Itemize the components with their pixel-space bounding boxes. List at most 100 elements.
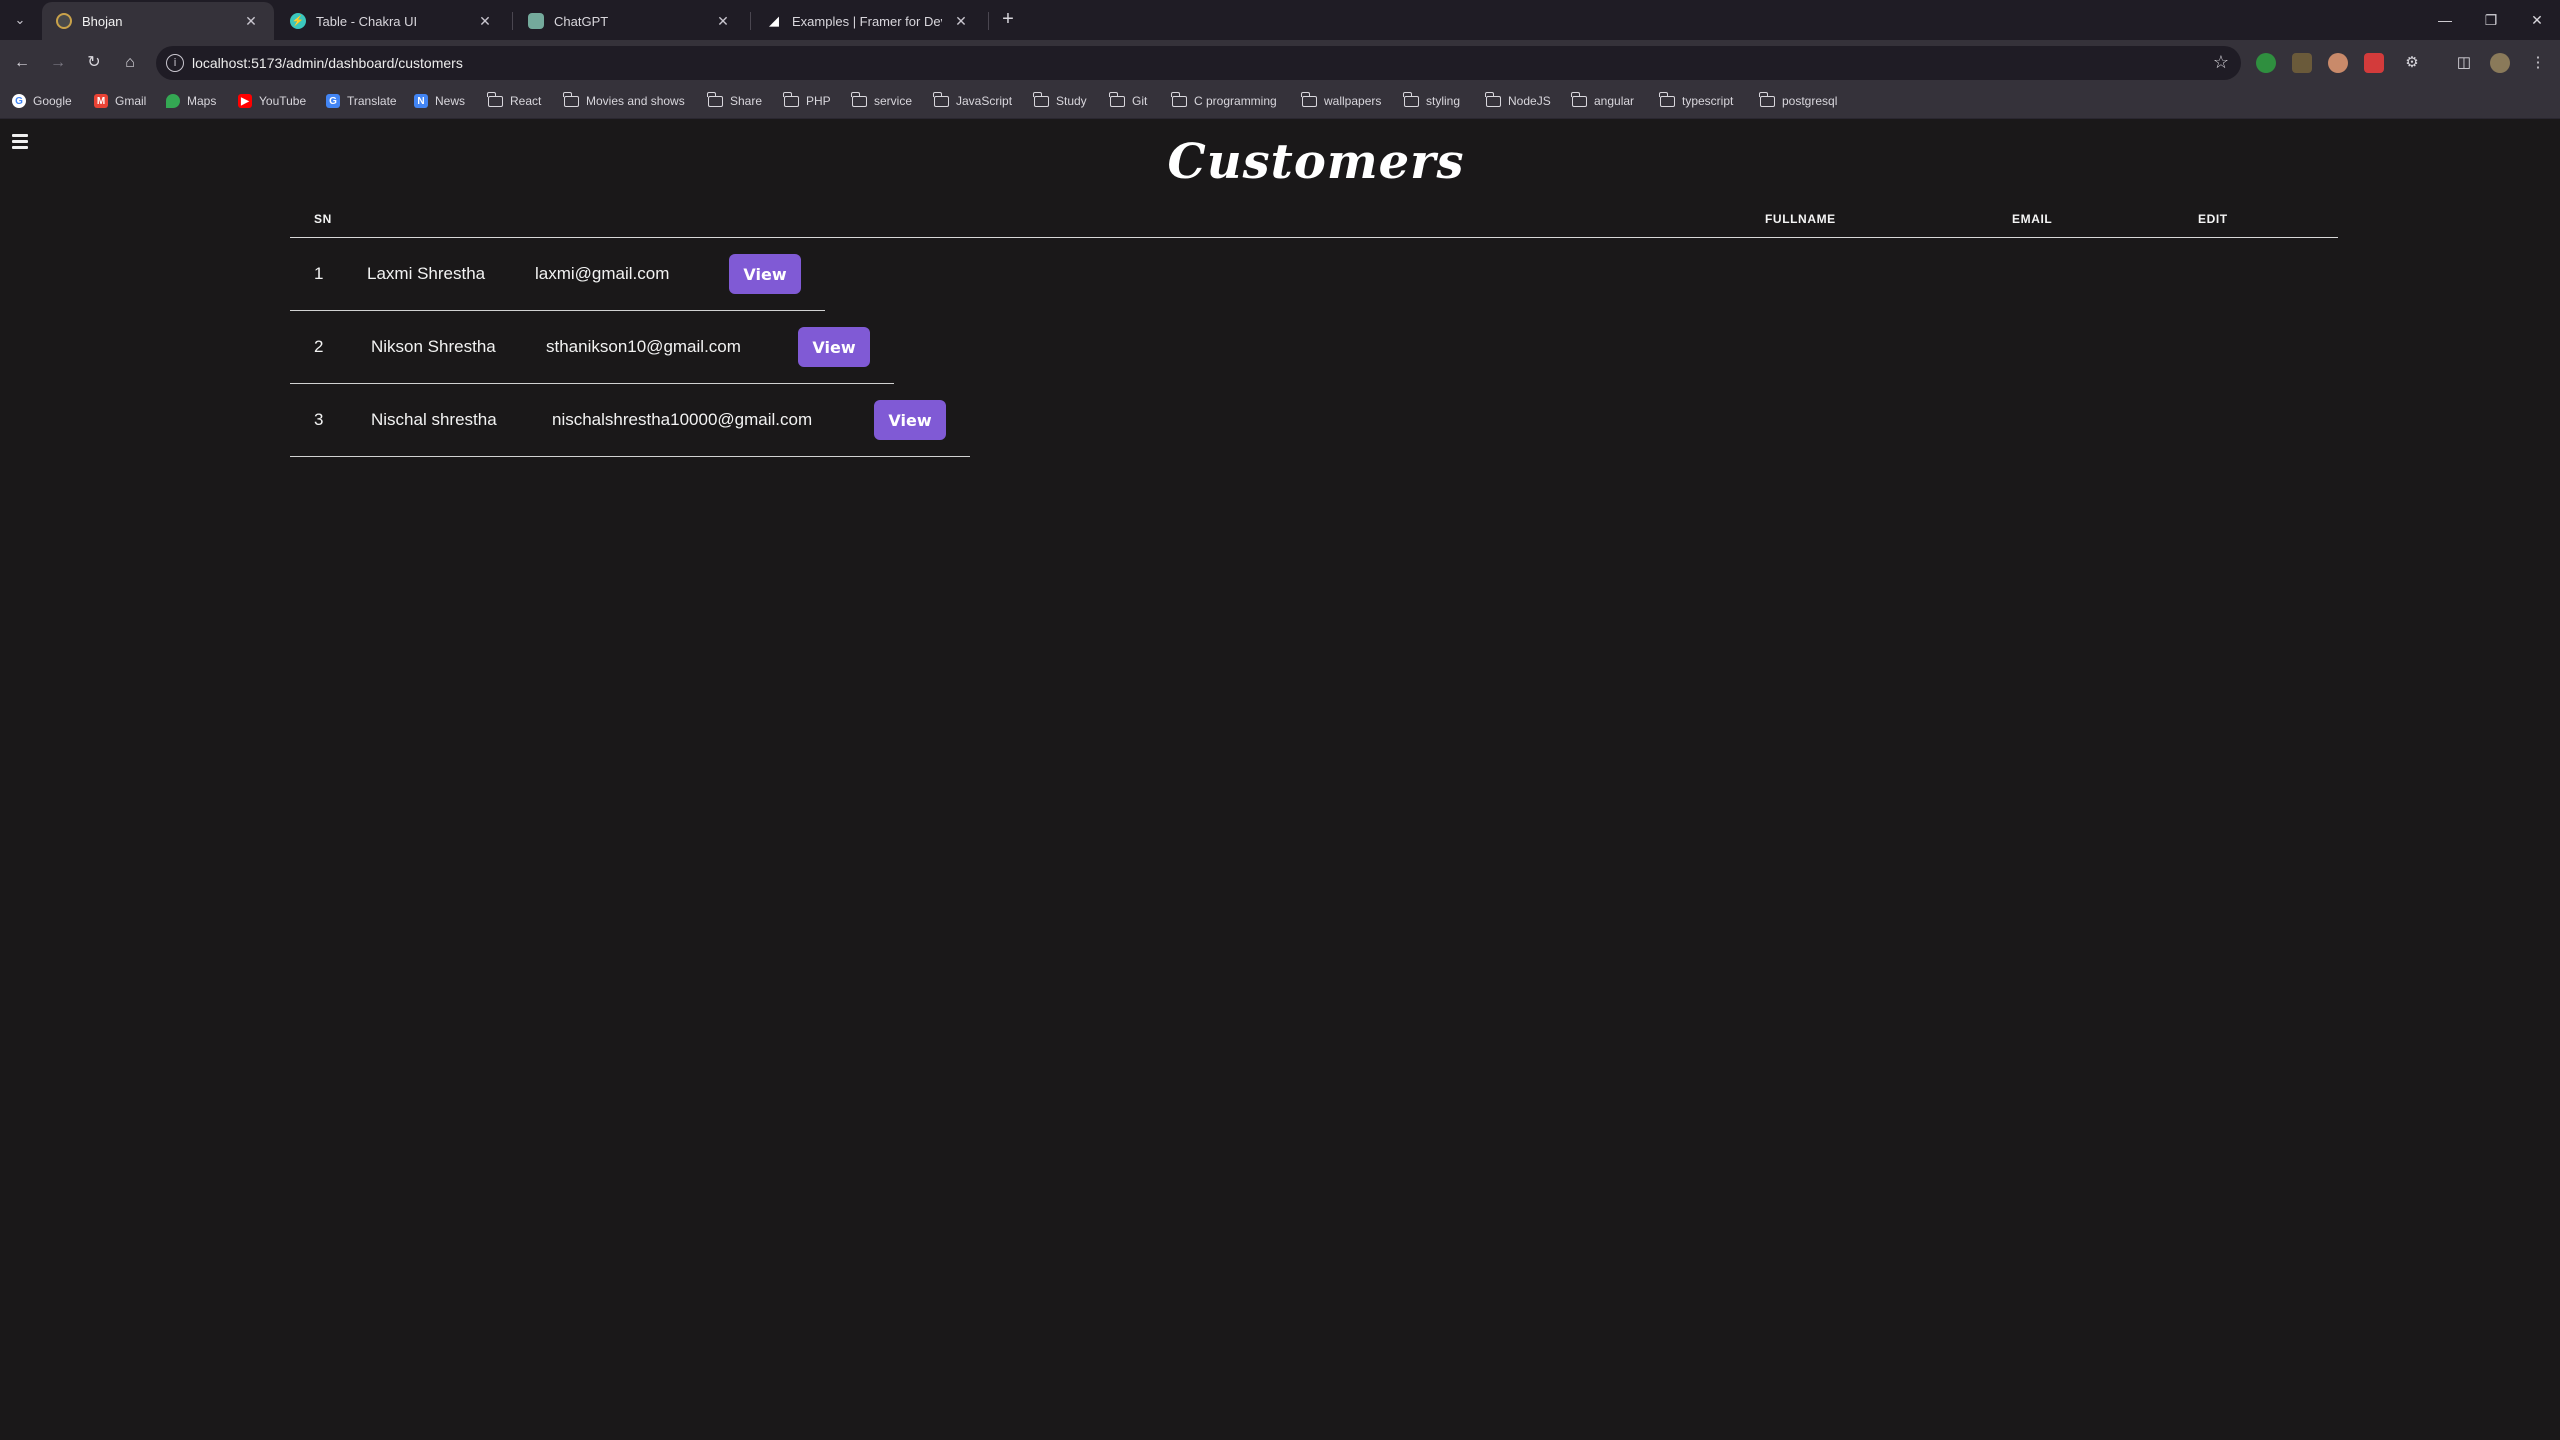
bookmark-youtube[interactable]: ▶ YouTube bbox=[238, 94, 306, 108]
reload-icon[interactable]: ↻ bbox=[80, 49, 108, 77]
bookmark-git[interactable]: Git bbox=[1109, 91, 1147, 108]
restore-icon[interactable]: ❐ bbox=[2476, 6, 2506, 34]
extension-avatar-icon[interactable] bbox=[2328, 53, 2348, 73]
bookmark-label: Study bbox=[1056, 94, 1087, 108]
url-text[interactable]: localhost:5173/admin/dashboard/customers bbox=[192, 55, 463, 71]
bookmark-label: NodeJS bbox=[1508, 94, 1551, 108]
cell-email: sthanikson10@gmail.com bbox=[546, 337, 741, 356]
table-row: 1 Laxmi Shrestha laxmi@gmail.com View bbox=[290, 238, 825, 311]
bookmark-label: React bbox=[510, 94, 542, 108]
folder-icon bbox=[783, 91, 799, 107]
cell-fullname: Nikson Shrestha bbox=[371, 337, 496, 356]
tab-title: ChatGPT bbox=[554, 13, 609, 29]
folder-icon bbox=[1571, 91, 1587, 107]
gmail-icon: M bbox=[94, 94, 108, 108]
back-arrow-icon[interactable]: ← bbox=[8, 49, 36, 77]
column-header-sn: SN bbox=[314, 212, 332, 226]
cell-sn: 1 bbox=[314, 264, 324, 283]
bookmark-share[interactable]: Share bbox=[707, 91, 762, 108]
tab-separator bbox=[988, 12, 989, 30]
folder-icon bbox=[1485, 91, 1501, 107]
view-customer-button[interactable]: View bbox=[874, 400, 946, 440]
bookmark-react[interactable]: React bbox=[487, 91, 542, 108]
folder-icon bbox=[1033, 91, 1049, 107]
cell-email: nischalshrestha10000@gmail.com bbox=[552, 410, 813, 429]
bookmark-label: Google bbox=[33, 94, 72, 108]
bookmark-postgresql[interactable]: postgresql bbox=[1759, 91, 1838, 108]
tab-search-chevron-icon[interactable]: ⌄ bbox=[8, 8, 32, 32]
cell-fullname: Laxmi Shrestha bbox=[367, 264, 486, 283]
maps-icon bbox=[166, 94, 180, 108]
site-info-icon[interactable]: i bbox=[166, 54, 184, 72]
column-header-edit: EDIT bbox=[2198, 212, 2228, 226]
tab-chatgpt[interactable]: ChatGPT ✕ bbox=[514, 2, 746, 40]
forward-arrow-icon[interactable]: → bbox=[44, 49, 72, 77]
extension-red-icon[interactable] bbox=[2364, 53, 2384, 73]
bookmark-label: Maps bbox=[187, 94, 217, 108]
close-window-icon[interactable]: ✕ bbox=[2522, 6, 2552, 34]
extension-green-icon[interactable] bbox=[2256, 53, 2276, 73]
bookmark-label: service bbox=[874, 94, 913, 108]
extensions-puzzle-icon[interactable]: ⚙ bbox=[2400, 51, 2424, 75]
view-customer-button[interactable]: View bbox=[798, 327, 870, 367]
bookmark-google[interactable]: G Google bbox=[12, 94, 72, 108]
folder-icon bbox=[563, 91, 579, 107]
bookmark-study[interactable]: Study bbox=[1033, 91, 1087, 108]
bookmark-label: postgresql bbox=[1782, 94, 1838, 108]
bookmark-label: Translate bbox=[347, 94, 397, 108]
bookmark-typescript[interactable]: typescript bbox=[1659, 91, 1734, 108]
bookmark-label: styling bbox=[1426, 94, 1461, 108]
table-row: 3 Nischal shrestha nischalshrestha10000@… bbox=[290, 384, 970, 457]
close-tab-icon[interactable]: ✕ bbox=[242, 13, 260, 30]
bookmark-label: wallpapers bbox=[1324, 94, 1382, 108]
bookmark-label: typescript bbox=[1682, 94, 1734, 108]
folder-icon bbox=[1759, 91, 1775, 107]
bookmark-label: PHP bbox=[806, 94, 831, 108]
news-icon: N bbox=[414, 94, 428, 108]
close-tab-icon[interactable]: ✕ bbox=[476, 13, 494, 30]
bookmark-news[interactable]: N News bbox=[414, 94, 465, 108]
home-icon[interactable]: ⌂ bbox=[116, 49, 144, 77]
bookmark-nodejs[interactable]: NodeJS bbox=[1485, 91, 1551, 108]
bookmark-maps[interactable]: Maps bbox=[166, 94, 216, 108]
folder-icon bbox=[487, 91, 503, 107]
bookmark-star-icon[interactable]: ☆ bbox=[2213, 52, 2229, 73]
tab-bhojan[interactable]: Bhojan ✕ bbox=[42, 2, 274, 40]
close-tab-icon[interactable]: ✕ bbox=[952, 13, 970, 30]
page-content: Customers SN FULLNAME EMAIL EDIT 1 Laxmi… bbox=[0, 120, 2560, 1440]
bookmark-label: angular bbox=[1594, 94, 1635, 108]
bookmark-movies-and-shows[interactable]: Movies and shows bbox=[563, 91, 685, 108]
folder-icon bbox=[933, 91, 949, 107]
view-customer-button[interactable]: View bbox=[729, 254, 801, 294]
bookmark-gmail[interactable]: M Gmail bbox=[94, 94, 146, 108]
column-header-fullname: FULLNAME bbox=[1765, 212, 1836, 226]
bookmark-angular[interactable]: angular bbox=[1571, 91, 1635, 108]
framer-favicon-icon: ◢ bbox=[769, 13, 779, 28]
bookmark-php[interactable]: PHP bbox=[783, 91, 831, 108]
cell-sn: 2 bbox=[314, 337, 324, 356]
bookmarks-bar: G Google M Gmail Maps ▶ YouTube G Transl… bbox=[0, 85, 2560, 119]
bookmark-javascript[interactable]: JavaScript bbox=[933, 91, 1013, 108]
address-bar[interactable]: i localhost:5173/admin/dashboard/custome… bbox=[156, 46, 2241, 80]
bookmark-translate[interactable]: G Translate bbox=[326, 94, 397, 108]
page-title: Customers bbox=[1167, 134, 1465, 190]
browser-toolbar: ← → ↻ ⌂ i localhost:5173/admin/dashboard… bbox=[0, 40, 2560, 85]
extension-dark-icon[interactable] bbox=[2292, 53, 2312, 73]
side-panel-icon[interactable]: ◫ bbox=[2452, 51, 2476, 75]
bookmark-service[interactable]: service bbox=[851, 91, 913, 108]
bookmark-label: JavaScript bbox=[956, 94, 1013, 108]
close-tab-icon[interactable]: ✕ bbox=[714, 13, 732, 30]
google-icon: G bbox=[12, 94, 26, 108]
folder-icon bbox=[1403, 91, 1419, 107]
tab-chakra[interactable]: ⚡ Table - Chakra UI ✕ bbox=[276, 2, 508, 40]
new-tab-plus-icon[interactable]: + bbox=[996, 8, 1020, 32]
profile-avatar-icon[interactable] bbox=[2490, 53, 2510, 73]
bookmark-label: News bbox=[435, 94, 466, 108]
bookmark-wallpapers[interactable]: wallpapers bbox=[1301, 91, 1382, 108]
tab-framer[interactable]: ◢ Examples | Framer for Develope ✕ bbox=[752, 2, 984, 40]
minimize-icon[interactable]: — bbox=[2430, 6, 2460, 34]
bookmark-styling[interactable]: styling bbox=[1403, 91, 1461, 108]
tab-title: Examples | Framer for Develope bbox=[792, 13, 942, 29]
menu-kebab-icon[interactable]: ⋮ bbox=[2526, 51, 2550, 75]
bookmark-c-programming[interactable]: C programming bbox=[1171, 91, 1277, 108]
